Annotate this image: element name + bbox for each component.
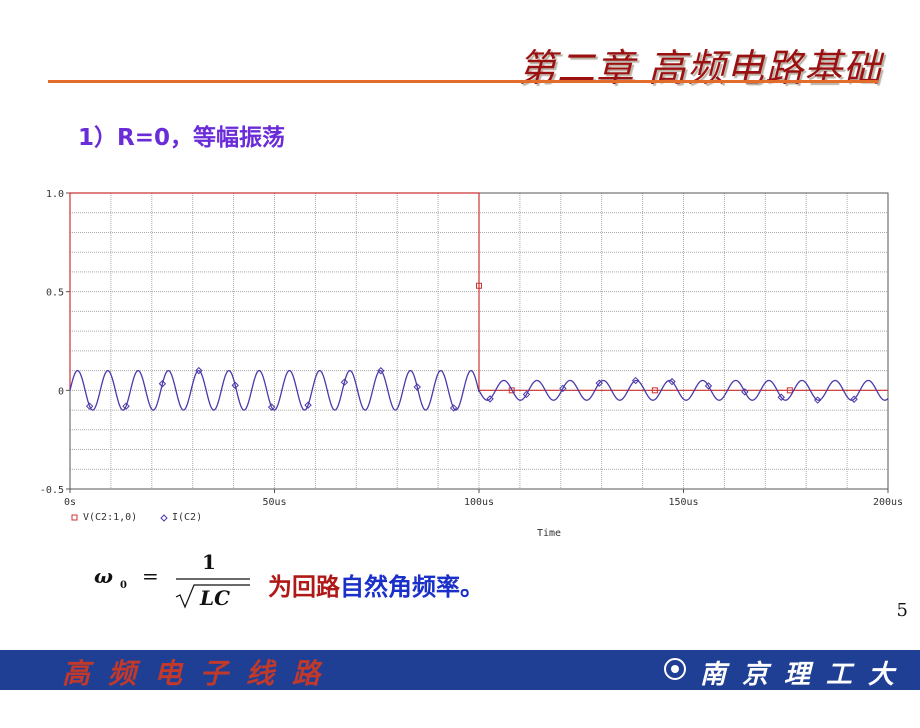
slide-title: 第二章 高频电路基础: [517, 46, 882, 90]
y-tick-label: 0.5: [46, 288, 64, 299]
x-tick-label: 200us: [873, 497, 903, 508]
slide-subtitle: 1）R=0，等幅振荡: [78, 125, 285, 151]
formula-equals: =: [142, 564, 159, 588]
formula-description: 为回路自然角频率。: [268, 567, 484, 602]
title-rule-right: [440, 80, 878, 83]
x-axis-title: Time: [537, 528, 561, 539]
formula: ω 0 = 1 LC: [90, 545, 270, 615]
y-tick-label: -0.5: [40, 485, 64, 496]
x-tick-label: 0s: [64, 497, 76, 508]
formula-numerator: 1: [202, 550, 216, 574]
oscillation-chart: 1.0 0.5 0 -0.50s 50us 100us 150us 200us Time V(C2…: [40, 189, 903, 539]
legend-voltage-marker: [71, 514, 78, 521]
formula-description-part2: 自然角频率。: [340, 573, 484, 601]
formula-denominator: LC: [199, 586, 230, 610]
x-tick-label: 100us: [464, 497, 494, 508]
formula-subscript: 0: [120, 580, 127, 591]
formula-omega: ω: [94, 564, 113, 588]
university-emblem-icon: [664, 658, 686, 680]
x-tick-label: 150us: [668, 497, 698, 508]
y-tick-label: 1.0: [46, 189, 64, 200]
legend-current-marker: [160, 514, 168, 522]
x-tick-label: 50us: [262, 497, 286, 508]
title-rule-left: [48, 80, 440, 83]
footer-university-name: 南京理工大学: [700, 660, 911, 727]
legend-voltage-label: V(C2:1,0): [83, 512, 137, 523]
footer-bar: 高频电子线路 南京理工大学: [0, 650, 920, 727]
page-number: 5: [896, 600, 908, 621]
formula-description-part1: 为回路: [268, 573, 340, 601]
footer-course-name: 高频电子线路: [62, 657, 339, 690]
legend-current-label: I(C2): [172, 512, 202, 523]
y-tick-label: 0: [58, 386, 64, 397]
